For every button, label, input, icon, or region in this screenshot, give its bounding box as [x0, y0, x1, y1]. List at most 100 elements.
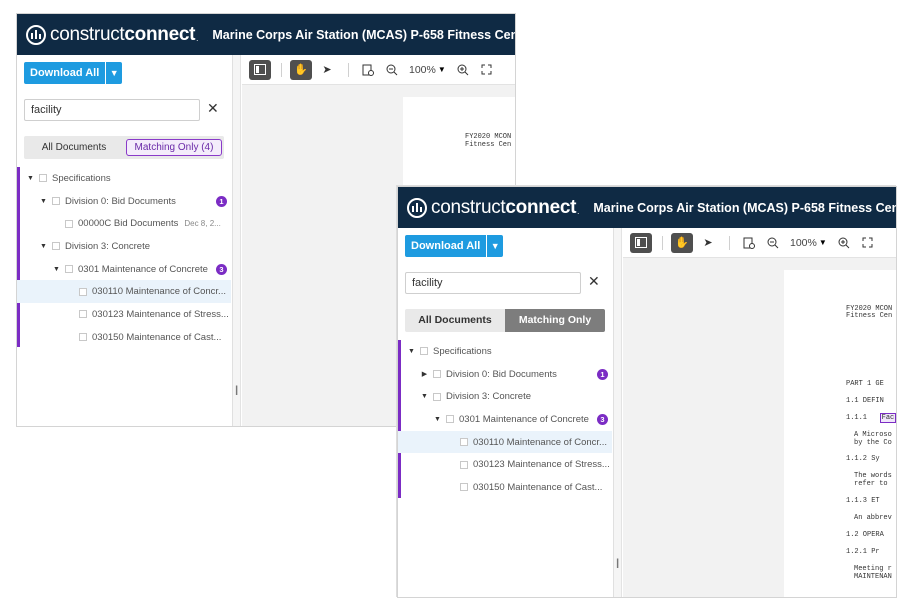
fit-page-button[interactable] [742, 233, 756, 253]
checkbox[interactable] [460, 483, 468, 492]
zoom-caret-icon[interactable]: ▼ [819, 238, 827, 247]
search-input[interactable]: facility [405, 272, 581, 294]
select-tool-button[interactable]: ➤ [697, 233, 719, 253]
tab-all-documents[interactable]: All Documents [24, 136, 124, 159]
match-count-badge: 3 [216, 263, 227, 275]
search-highlight[interactable]: Fac [879, 413, 896, 423]
logo-icon [407, 197, 427, 218]
fit-page-button[interactable] [361, 60, 375, 80]
expanded-caret-icon[interactable]: ▼ [407, 348, 416, 355]
expanded-caret-icon[interactable]: ▼ [26, 175, 35, 182]
app-header: construct connect. Marine Corps Air Stati… [398, 187, 896, 228]
checkbox[interactable] [65, 219, 73, 228]
zoom-out-button[interactable] [385, 60, 399, 80]
download-options-caret-icon[interactable]: ▼ [106, 62, 123, 84]
project-title: Marine Corps Air Station (MCAS) P-658 Fi… [593, 200, 896, 215]
doc-line: The words [854, 472, 892, 480]
tree-row-bid-documents[interactable]: 00000C Bid Documents Dec 8, 2... [17, 212, 231, 235]
match-count-badge: 1 [597, 368, 608, 380]
expanded-caret-icon[interactable]: ▼ [39, 198, 48, 205]
expanded-caret-icon[interactable]: ▼ [39, 243, 48, 250]
brand-logo[interactable]: construct connect. [406, 197, 579, 219]
tree-row-label: 0301 Maintenance of Concrete [78, 263, 208, 275]
tree-row-030123[interactable]: 030123 Maintenance of Stress... [398, 453, 612, 476]
checkbox[interactable] [79, 333, 87, 342]
tree-row-specifications[interactable]: ▼ Specifications [398, 340, 612, 363]
panel-resize-handle[interactable]: || [233, 55, 241, 426]
checkbox[interactable] [65, 265, 73, 274]
document-page[interactable]: FY2020 MCON Fitness Cen PART 1 GE 1.1 DE… [784, 270, 896, 597]
tree-row-030150[interactable]: 030150 Maintenance of Cast... [17, 326, 231, 349]
tree-row-label: Division 3: Concrete [446, 391, 532, 403]
download-all-group: Download All ▼ [405, 235, 504, 257]
toggle-sidebar-button[interactable] [630, 232, 652, 253]
divider [729, 235, 730, 250]
checkbox[interactable] [79, 310, 87, 319]
tree-row-label: 030150 Maintenance of Cast... [473, 481, 603, 493]
doc-line: 1.1.2 Sy [846, 455, 880, 463]
zoom-in-button[interactable] [837, 233, 851, 253]
tree-row-division-3[interactable]: ▼ Division 3: Concrete [398, 385, 612, 408]
doc-line: Fitness Cen [465, 141, 512, 149]
cursor-icon: ➤ [322, 64, 332, 76]
doc-line: Fitness Cen [846, 312, 893, 320]
tree-row-label: 030123 Maintenance of Stress... [92, 308, 229, 320]
checkbox[interactable] [460, 438, 468, 447]
zoom-in-icon [457, 64, 469, 75]
tree-row-0301[interactable]: ▼ 0301 Maintenance of Concrete 3 [398, 408, 612, 431]
clear-search-icon[interactable]: ✕ [588, 273, 600, 290]
expanded-caret-icon[interactable]: ▼ [420, 393, 429, 400]
tree-row-specifications[interactable]: ▼ Specifications [17, 167, 231, 190]
checkbox[interactable] [433, 370, 441, 379]
tree-row-030150[interactable]: 030150 Maintenance of Cast... [398, 476, 612, 499]
tree-row-label: 0301 Maintenance of Concrete [459, 413, 589, 425]
checkbox[interactable] [39, 174, 47, 183]
zoom-in-button[interactable] [456, 60, 470, 80]
zoom-level[interactable]: 100% [790, 237, 817, 249]
zoom-caret-icon[interactable]: ▼ [438, 65, 446, 74]
tab-matching-only[interactable]: Matching Only (4) [126, 139, 222, 156]
toggle-sidebar-button[interactable] [249, 59, 271, 80]
pan-tool-button[interactable]: ✋ [671, 232, 693, 253]
doc-line: A Microso [854, 431, 892, 439]
tree-row-030110[interactable]: 030110 Maintenance of Concr... [17, 280, 231, 304]
tree-row-0301[interactable]: ▼ 0301 Maintenance of Concrete 3 [17, 258, 231, 281]
brand-logo[interactable]: construct connect. [25, 24, 198, 46]
fullscreen-button[interactable] [861, 233, 875, 253]
checkbox[interactable] [79, 287, 87, 296]
zoom-level[interactable]: 100% [409, 64, 436, 76]
tree-row-label: Division 0: Bid Documents [446, 368, 557, 380]
clear-search-icon[interactable]: ✕ [207, 100, 219, 117]
zoom-out-button[interactable] [766, 233, 780, 253]
download-all-button[interactable]: Download All [24, 62, 106, 84]
tree-row-division-3[interactable]: ▼ Division 3: Concrete [17, 235, 231, 258]
expanded-caret-icon[interactable]: ▼ [433, 416, 442, 423]
tree-row-division-0[interactable]: ▼ Division 0: Bid Documents 1 [17, 190, 231, 213]
fullscreen-button[interactable] [480, 60, 494, 80]
doc-line: MAINTENAN [854, 573, 892, 581]
checkbox[interactable] [460, 460, 468, 469]
grip-icon: || [616, 558, 620, 569]
checkbox[interactable] [433, 392, 441, 401]
panel-resize-handle[interactable]: || [614, 228, 622, 597]
download-all-button[interactable]: Download All [405, 235, 487, 257]
tab-matching-only[interactable]: Matching Only [505, 309, 605, 332]
checkbox[interactable] [52, 242, 60, 251]
download-options-caret-icon[interactable]: ▼ [487, 235, 504, 257]
tree-row-030123[interactable]: 030123 Maintenance of Stress... [17, 303, 231, 326]
checkbox[interactable] [446, 415, 454, 424]
checkbox[interactable] [420, 347, 428, 356]
search-input[interactable]: facility [24, 99, 200, 121]
select-tool-button[interactable]: ➤ [316, 60, 338, 80]
pan-tool-button[interactable]: ✋ [290, 59, 312, 80]
doc-line: An abbrev [854, 514, 892, 522]
tree-row-030110[interactable]: 030110 Maintenance of Concr... [398, 430, 612, 454]
doc-line: PART 1 GE [846, 380, 884, 388]
brand-dot: . [577, 207, 580, 216]
collapsed-caret-icon[interactable]: ▶ [420, 370, 429, 378]
tree-row-division-0[interactable]: ▶ Division 0: Bid Documents 1 [398, 363, 612, 386]
document-sidebar: Download All ▼ facility ✕ All Documents … [17, 55, 233, 426]
expanded-caret-icon[interactable]: ▼ [52, 266, 61, 273]
tab-all-documents[interactable]: All Documents [405, 309, 505, 332]
checkbox[interactable] [52, 197, 60, 206]
